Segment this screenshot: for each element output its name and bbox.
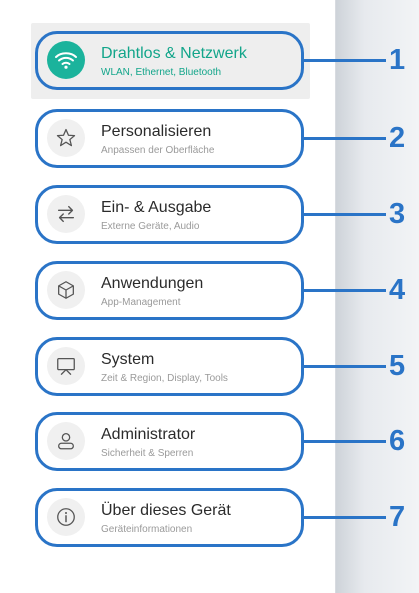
callout-line-7	[304, 516, 386, 519]
menu-item-title: Drahtlos & Netzwerk	[101, 45, 247, 62]
menu-item-title: Ein- & Ausgabe	[101, 199, 212, 216]
callout-line-3	[304, 213, 386, 216]
callout-number-5: 5	[389, 350, 406, 382]
callout-number-7: 7	[389, 501, 406, 533]
panel-shadow	[335, 0, 419, 593]
menu-item-title: Administrator	[101, 426, 196, 443]
menu-item-subtitle: Anpassen der Oberfläche	[101, 145, 215, 156]
menu-item-subtitle: App-Management	[101, 297, 181, 308]
wifi-icon	[47, 41, 85, 79]
callout-line-2	[304, 137, 386, 140]
menu-item-personalize[interactable]: Personalisieren Anpassen der Oberfläche	[35, 109, 304, 168]
presentation-screen-icon	[47, 347, 85, 385]
user-icon	[47, 422, 85, 460]
menu-item-title: Personalisieren	[101, 123, 212, 140]
menu-item-administrator[interactable]: Administrator Sicherheit & Sperren	[35, 412, 304, 471]
cube-icon	[47, 271, 85, 309]
callout-line-1	[304, 59, 386, 62]
callout-number-2: 2	[389, 122, 406, 154]
menu-item-input-output[interactable]: Ein- & Ausgabe Externe Geräte, Audio	[35, 185, 304, 244]
menu-item-wireless-network[interactable]: Drahtlos & Netzwerk WLAN, Ethernet, Blue…	[35, 31, 304, 90]
callout-number-6: 6	[389, 425, 406, 457]
menu-item-subtitle: Geräteinformationen	[101, 524, 193, 535]
menu-item-subtitle: Sicherheit & Sperren	[101, 448, 194, 459]
menu-item-title: Anwendungen	[101, 275, 204, 292]
menu-item-title: Über dieses Gerät	[101, 502, 231, 519]
callout-number-3: 3	[389, 198, 406, 230]
menu-item-applications[interactable]: Anwendungen App-Management	[35, 261, 304, 320]
star-icon	[47, 119, 85, 157]
callout-line-4	[304, 289, 386, 292]
menu-item-about-device[interactable]: Über dieses Gerät Geräteinformationen	[35, 488, 304, 547]
menu-item-system[interactable]: System Zeit & Region, Display, Tools	[35, 337, 304, 396]
menu-item-subtitle: Externe Geräte, Audio	[101, 221, 200, 232]
callout-line-5	[304, 365, 386, 368]
callout-line-6	[304, 440, 386, 443]
menu-item-title: System	[101, 351, 155, 368]
callout-number-1: 1	[389, 44, 406, 76]
menu-item-subtitle: Zeit & Region, Display, Tools	[101, 373, 228, 384]
menu-item-subtitle: WLAN, Ethernet, Bluetooth	[101, 67, 222, 78]
callout-number-4: 4	[389, 274, 406, 306]
swap-arrows-icon	[47, 195, 85, 233]
info-icon	[47, 498, 85, 536]
